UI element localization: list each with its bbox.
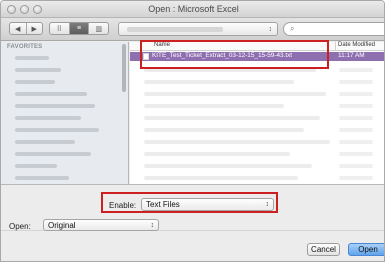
list-item-redacted[interactable] [144,128,304,132]
sidebar-item-redacted[interactable] [15,104,95,108]
search-icon: ⌕ [290,24,295,33]
column-header-date-modified[interactable]: Date Modified [338,42,375,48]
view-mode-control: ⠿ ≡ ▥ [49,22,109,35]
text-file-icon [143,53,149,60]
list-item-date-redacted [339,140,373,144]
list-item-date-redacted [339,152,373,156]
back-forward-control: ◀ ▶ [9,22,43,35]
list-item-date-redacted [339,176,373,180]
column-header-name[interactable]: Name [154,42,170,48]
sidebar-item-redacted[interactable] [15,176,69,180]
list-item-redacted[interactable] [144,176,298,180]
open-button[interactable]: Open [348,243,384,256]
open-mode-select[interactable]: Original ↕ [43,219,159,231]
sidebar-item-redacted[interactable] [15,128,99,132]
list-item-date-redacted [339,68,373,72]
file-name: KITE_Test_Ticket_Extract_03-12-15_15-59-… [152,52,293,59]
list-item-redacted[interactable] [144,68,316,72]
list-item-date-redacted [339,116,373,120]
cancel-button[interactable]: Cancel [307,243,340,256]
back-button[interactable]: ◀ [10,23,27,34]
list-item-redacted[interactable] [144,164,312,168]
list-item-date-redacted [339,80,373,84]
sidebar-item-redacted[interactable] [15,80,55,84]
popup-arrows-icon: ↕ [268,26,273,33]
location-popup[interactable]: ↕ [118,22,278,36]
open-dialog: Open : Microsoft Excel ◀ ▶ ⠿ ≡ ▥ ↕ ⌕ FAV… [0,0,385,262]
forward-button[interactable]: ▶ [27,23,43,34]
title-bar: Open : Microsoft Excel [1,1,384,18]
search-field[interactable]: ⌕ [283,22,384,36]
sidebar-item-redacted[interactable] [15,152,91,156]
enable-select[interactable]: Text Files ↕ [141,198,274,211]
list-item-redacted[interactable] [144,80,294,84]
select-arrows-icon: ↕ [265,201,270,208]
sidebar: FAVORITES [1,42,129,184]
location-text-redacted [127,27,223,32]
file-list: Name Date Modified KITE_Test_Ticket_Extr… [130,42,384,184]
window-title: Open : Microsoft Excel [148,4,239,14]
list-item-redacted[interactable] [144,116,320,120]
toolbar: ◀ ▶ ⠿ ≡ ▥ ↕ ⌕ [1,18,384,41]
sidebar-item-redacted[interactable] [15,92,87,96]
sidebar-item-redacted[interactable] [15,68,61,72]
list-item-redacted[interactable] [144,104,284,108]
file-date-modified: 11:17 AM [338,52,365,59]
enable-select-value: Text Files [146,200,180,209]
list-item-date-redacted [339,128,373,132]
sidebar-item-redacted[interactable] [15,140,75,144]
column-view-button[interactable]: ▥ [89,23,108,34]
sidebar-item-redacted[interactable] [15,56,49,60]
column-divider[interactable] [335,42,336,51]
enable-label: Enable: [109,201,137,210]
list-item-date-redacted [339,92,373,96]
file-row-selected[interactable]: KITE_Test_Ticket_Extract_03-12-15_15-59-… [130,52,384,61]
open-mode-value: Original [48,221,76,230]
list-item-redacted[interactable] [144,92,326,96]
sidebar-scrollbar[interactable] [122,44,126,92]
list-view-button[interactable]: ≡ [69,23,90,34]
list-item-date-redacted [339,104,373,108]
list-item-redacted[interactable] [144,140,330,144]
icon-view-button[interactable]: ⠿ [50,23,70,34]
options-panel: Enable: Text Files ↕ Open: Original ↕ Ca… [1,184,384,261]
column-header: Name Date Modified [130,42,384,51]
sidebar-item-redacted[interactable] [15,164,57,168]
select-arrows-icon: ↕ [150,222,155,229]
list-item-date-redacted [339,164,373,168]
open-label: Open: [9,222,31,231]
sidebar-heading-favorites: FAVORITES [7,44,43,50]
sidebar-item-redacted[interactable] [15,116,81,120]
list-item-redacted[interactable] [144,152,290,156]
